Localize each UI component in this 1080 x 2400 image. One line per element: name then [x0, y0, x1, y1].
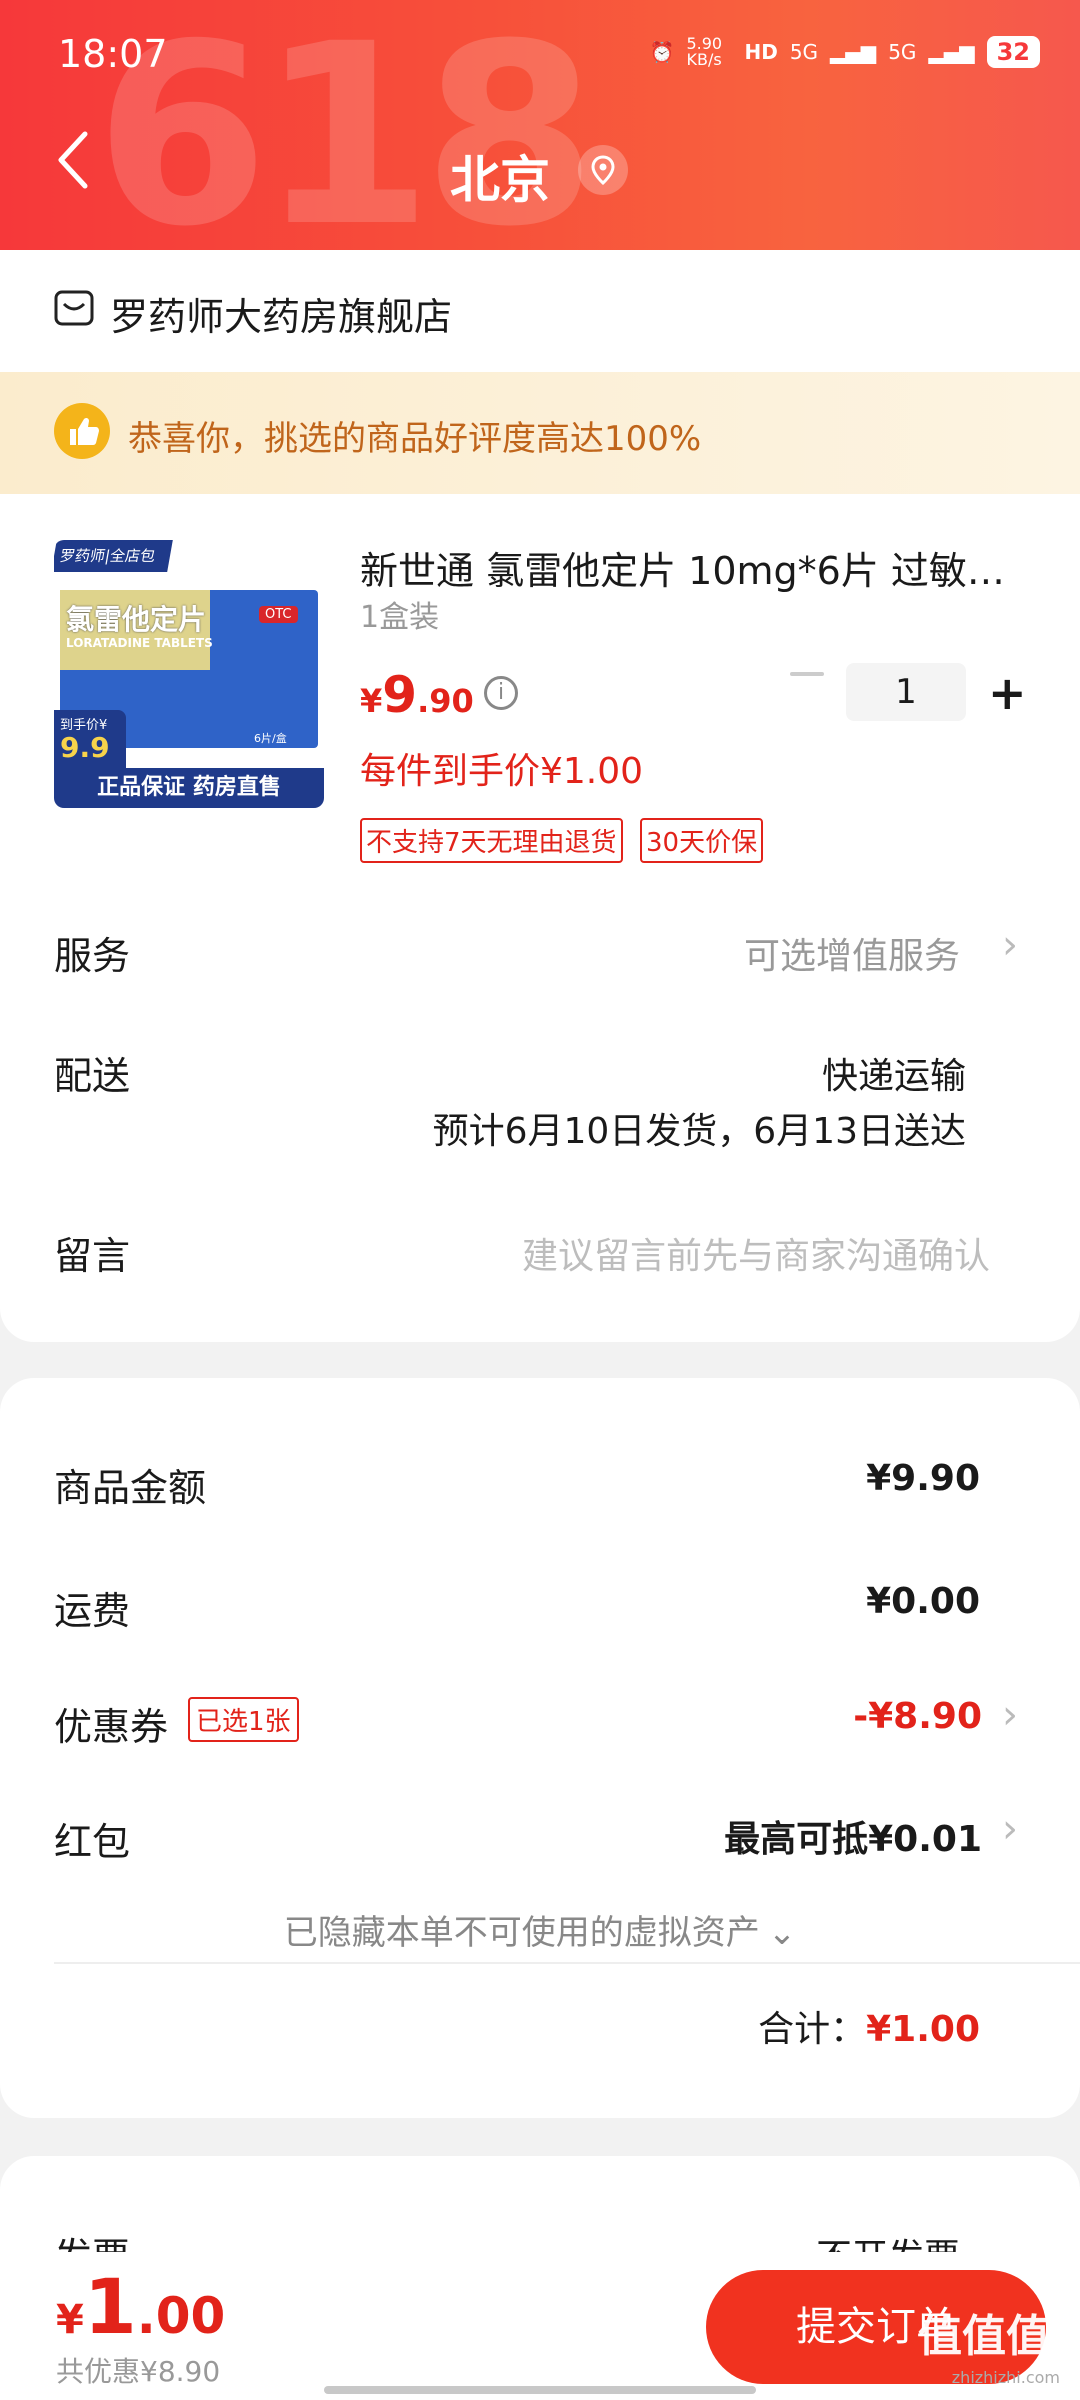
- coupon-chevron-icon[interactable]: ›: [1002, 1692, 1018, 1738]
- quantity-plus-button[interactable]: +: [988, 668, 1027, 718]
- otc-badge: OTC: [259, 606, 298, 623]
- package-slogan: 正品保证 药房直售: [54, 768, 324, 808]
- delivery-method[interactable]: 快递运输: [822, 1047, 966, 1099]
- red-packet-value[interactable]: 最高可抵¥0.01: [724, 1810, 982, 1862]
- brand-tag: 罗药师|全店包邮: [54, 540, 173, 597]
- package-name-en: LORATADINE TABLETS: [66, 636, 213, 650]
- header: 618 18:07 ⏰ 5.90 KB/s HD 5G ▂▄▆ 5G ▂▄▆ 3…: [0, 0, 1080, 250]
- product-image[interactable]: 罗药师|全店包邮 氯雷他定片 LORATADINE TABLETS OTC 6片…: [54, 540, 324, 808]
- rating-banner-text: 恭喜你，挑选的商品好评度高达100%: [128, 419, 702, 459]
- no-return-tag: 不支持7天无理由退货: [360, 818, 623, 863]
- coupon-count-tag: 已选1张: [188, 1697, 299, 1742]
- signal-icon-2: ▂▄▆: [928, 40, 975, 64]
- chevron-down-icon: ⌄: [767, 1913, 797, 1953]
- location-city[interactable]: 北京: [450, 140, 550, 212]
- net-speed: 5.90 KB/s: [686, 34, 723, 69]
- thumbs-up-icon: [54, 403, 110, 459]
- hd-icon: HD: [744, 40, 778, 64]
- battery-icon: 32: [986, 36, 1040, 68]
- red-packet-label: 红包: [54, 1820, 131, 1864]
- price-protect-tag: 30天价保: [640, 818, 764, 863]
- product-price: ¥9.90: [360, 666, 474, 724]
- status-time: 18:07: [58, 32, 168, 76]
- service-chevron-icon[interactable]: ›: [1002, 922, 1018, 968]
- watermark-logo: 值值值: [918, 2311, 1050, 2362]
- product-spec: 1盒装: [360, 600, 440, 635]
- divider: [54, 1962, 1080, 1964]
- back-arrow-icon[interactable]: [55, 130, 91, 190]
- promo-618-background: 618: [95, 0, 597, 250]
- service-value[interactable]: 可选增值服务: [744, 927, 960, 979]
- message-input[interactable]: 建议留言前先与商家沟通确认: [522, 1227, 990, 1279]
- unit-price: 每件到手价¥1.00: [360, 751, 644, 792]
- store-name[interactable]: 罗药师大药房旗舰店: [110, 286, 452, 341]
- package-pack: 6片/盒: [254, 732, 287, 745]
- delivery-eta: 预计6月10日发货，6月13日送达: [432, 1111, 966, 1152]
- quantity-value[interactable]: 1: [846, 663, 966, 721]
- quantity-minus-button[interactable]: [790, 672, 824, 676]
- home-indicator[interactable]: [324, 2386, 756, 2394]
- shipping-label: 运费: [54, 1589, 131, 1633]
- delivery-label: 配送: [54, 1054, 131, 1098]
- coupon-label: 优惠券: [54, 1705, 169, 1749]
- shipping-value: ¥0.00: [866, 1581, 980, 1622]
- message-label: 留言: [54, 1234, 131, 1278]
- total-saving: 共优惠¥8.90: [56, 2355, 221, 2388]
- package-name: 氯雷他定片: [66, 603, 207, 636]
- goods-amount-value: ¥9.90: [866, 1458, 980, 1499]
- red-packet-chevron-icon[interactable]: ›: [1002, 1806, 1018, 1852]
- product-title[interactable]: 新世通 氯雷他定片 10mg*6片 过敏性鼻炎: [360, 540, 1020, 595]
- hidden-assets-toggle[interactable]: 已隐藏本单不可使用的虚拟资产 ⌄: [0, 1905, 1080, 1954]
- pay-amount: ¥1.00: [56, 2262, 226, 2351]
- service-label: 服务: [54, 934, 131, 978]
- signal-icon: ▂▄▆: [830, 40, 877, 64]
- goods-amount-label: 商品金额: [54, 1466, 207, 1510]
- store-icon: [54, 290, 94, 326]
- coupon-value[interactable]: -¥8.90: [853, 1696, 982, 1737]
- signal-5g-1: 5G: [789, 40, 819, 64]
- total-row: 合计：¥1.00: [758, 2009, 980, 2050]
- watermark-url: zhizhizhi.com: [951, 2368, 1060, 2387]
- location-pin-icon[interactable]: [578, 145, 628, 195]
- alarm-icon: ⏰: [649, 40, 675, 64]
- status-icons: ⏰ 5.90 KB/s HD 5G ▂▄▆ 5G ▂▄▆ 32: [650, 36, 1040, 68]
- price-badge: 到手价¥ 9.9: [54, 710, 126, 774]
- signal-5g-2: 5G: [888, 40, 917, 64]
- info-icon[interactable]: i: [484, 676, 518, 710]
